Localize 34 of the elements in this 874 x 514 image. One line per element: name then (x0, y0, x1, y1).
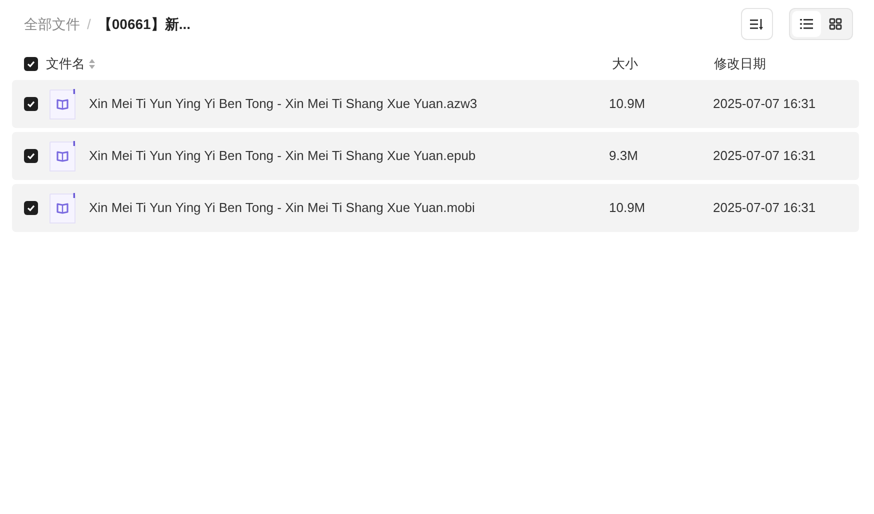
check-icon (27, 152, 35, 160)
checkbox[interactable] (24, 201, 38, 215)
checkbox[interactable] (24, 97, 38, 111)
file-size: 10.9M (608, 199, 646, 218)
file-size: 10.9M (608, 95, 646, 114)
list-view-button[interactable] (792, 11, 821, 37)
file-size: 9.3M (608, 147, 639, 166)
file-name[interactable]: Xin Mei Ti Yun Ying Yi Ben Tong - Xin Mei Ti Shang Xue Yuan.epub (89, 146, 476, 166)
modified-date: 2025-07-07 16:31 (713, 147, 816, 166)
file-name[interactable]: Xin Mei Ti Yun Ying Yi Ben Tong - Xin Mei Ti Shang Xue Yuan.azw3 (89, 94, 478, 114)
checkbox[interactable] (24, 57, 38, 71)
sort-icon (750, 18, 764, 30)
modified-date: 2025-07-07 16:31 (713, 199, 816, 218)
file-name[interactable]: Xin Mei Ti Yun Ying Yi Ben Tong - Xin Mei Ti Shang Xue Yuan.mobi (89, 198, 475, 218)
column-header[interactable]: 大小 (588, 54, 714, 74)
modified-date: 2025-07-07 16:31 (713, 95, 816, 114)
list-icon (800, 19, 813, 29)
breadcrumb-separator: / (87, 14, 91, 34)
check-icon (27, 100, 35, 108)
column-header[interactable]: 修改日期 (714, 54, 766, 74)
breadcrumb-item[interactable]: 全部文件 (24, 14, 80, 34)
file-row[interactable]: Xin Mei Ti Yun Ying Yi Ben Tong - Xin Mei Ti Shang Xue Yuan.azw3 10.9M 2025-07-07 16:31 (12, 80, 859, 128)
book-file-icon (49, 88, 76, 120)
checkbox[interactable] (24, 149, 38, 163)
file-row[interactable]: Xin Mei Ti Yun Ying Yi Ben Tong - Xin Mei Ti Shang Xue Yuan.epub 9.3M 2025-07-07 16:31 (12, 132, 859, 180)
book-file-icon (49, 192, 76, 224)
check-icon (27, 204, 35, 212)
file-row[interactable]: Xin Mei Ti Yun Ying Yi Ben Tong - Xin Mei Ti Shang Xue Yuan.mobi 10.9M 2025-07-07 16:31 (12, 184, 859, 232)
book-file-icon (49, 140, 76, 172)
check-icon (27, 60, 35, 68)
grid-icon (829, 18, 842, 30)
column-header[interactable]: 文件名 (46, 54, 85, 74)
sort-button[interactable] (741, 8, 773, 40)
breadcrumb-item[interactable]: 【00661】新... (98, 14, 190, 34)
